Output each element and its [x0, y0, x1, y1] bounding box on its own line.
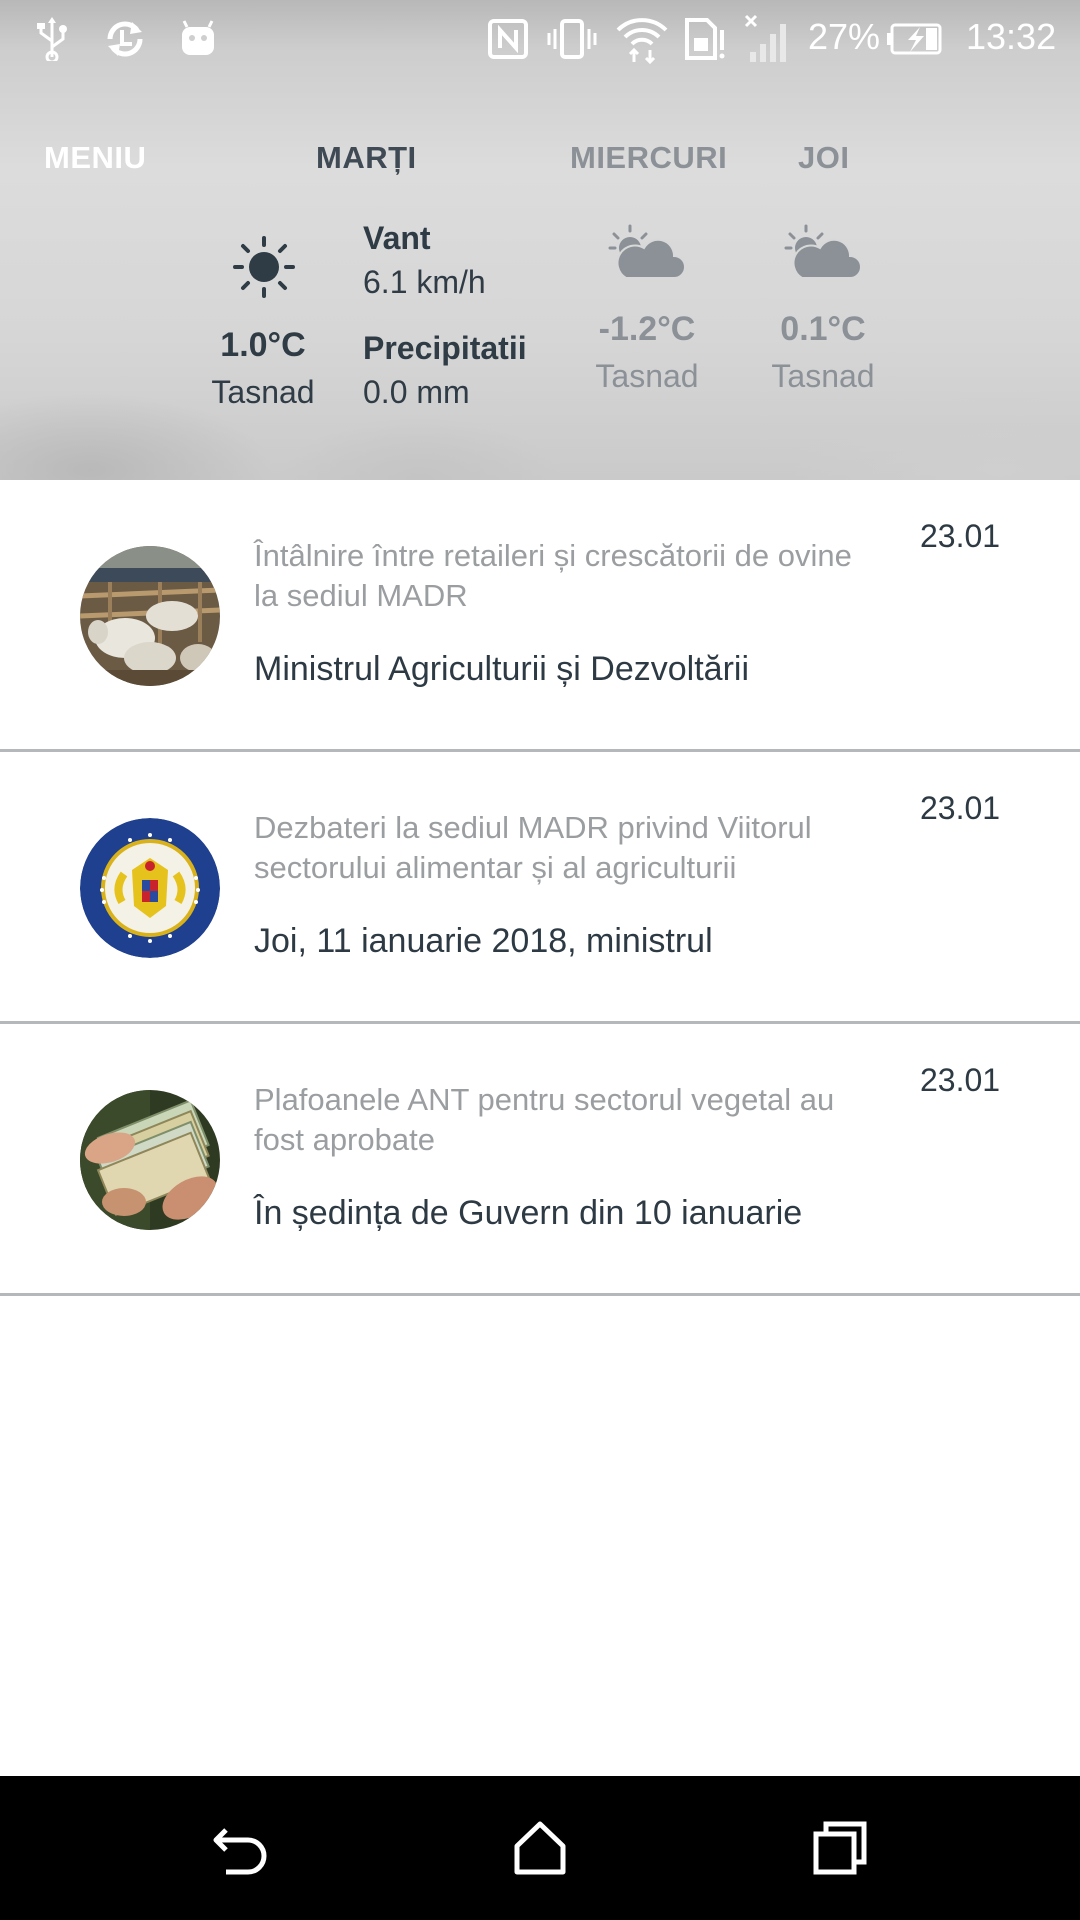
- partly-cloudy-icon: [784, 224, 862, 287]
- no-signal-icon: [744, 12, 792, 66]
- back-icon: [213, 1828, 267, 1875]
- ministry-logo: [80, 818, 220, 958]
- navigation-bar: [0, 1776, 1080, 1920]
- tab-day-miercuri[interactable]: MIERCURI: [570, 140, 727, 176]
- news-subtitle: Joi, 11 ianuarie 2018, ministrul: [254, 922, 713, 960]
- sync-icon: [100, 12, 150, 66]
- wind-label: Vant: [363, 220, 431, 256]
- today-city: Tasnad: [211, 374, 315, 410]
- home-button[interactable]: [504, 1812, 576, 1884]
- news-date: 23.01: [920, 790, 1001, 826]
- news-date: 23.01: [920, 518, 1001, 554]
- status-bar: 27% 13:32: [0, 0, 1080, 80]
- nfc-icon: [486, 12, 530, 66]
- news-item[interactable]: Întâlnire între retaileri și crescătorii…: [0, 480, 1080, 752]
- vibrate-icon: [546, 12, 598, 66]
- wifi-icon: [614, 12, 670, 66]
- sun-icon: [233, 236, 295, 303]
- clock: 13:32: [966, 16, 1057, 57]
- weather-header: 27% 13:32 MENIU MARȚI MIERCURI JOI 1.0°C…: [0, 0, 1080, 480]
- recents-button[interactable]: [804, 1812, 876, 1884]
- battery-percent: 27%: [808, 16, 881, 57]
- news-subtitle: Ministrul Agriculturii și Dezvoltării: [254, 650, 750, 688]
- wind-value: 6.1 km/h: [363, 264, 486, 300]
- home-icon: [514, 1821, 566, 1875]
- usb-icon: [30, 12, 74, 66]
- tab-day-marti[interactable]: MARȚI: [316, 140, 417, 176]
- tab-day-joi[interactable]: JOI: [798, 140, 849, 176]
- day2-temperature: -1.2°C: [598, 310, 696, 348]
- news-title: Dezbateri la sediul MADR privind Viitoru…: [254, 810, 812, 885]
- recents-icon: [813, 1821, 867, 1875]
- android-icon: [178, 12, 218, 66]
- menu-button[interactable]: MENIU: [44, 140, 146, 176]
- news-thumbnail-money: [80, 1090, 220, 1230]
- news-title: Întâlnire între retaileri și crescătorii…: [254, 538, 852, 613]
- battery-charging-icon: [886, 12, 944, 66]
- news-subtitle: În ședința de Guvern din 10 ianuarie: [254, 1194, 803, 1232]
- news-thumbnail-sheep: [80, 546, 220, 686]
- news-date: 23.01: [920, 1062, 1001, 1098]
- day3-temperature: 0.1°C: [780, 310, 866, 348]
- day3-city: Tasnad: [771, 358, 875, 394]
- news-title: Plafoanele ANT pentru sectorul vegetal a…: [254, 1082, 835, 1157]
- day2-city: Tasnad: [595, 358, 699, 394]
- news-item[interactable]: Plafoanele ANT pentru sectorul vegetal a…: [0, 1024, 1080, 1296]
- sim-alert-icon: [682, 12, 728, 66]
- precip-value: 0.0 mm: [363, 374, 470, 410]
- precip-label: Precipitatii: [363, 330, 527, 366]
- partly-cloudy-icon: [608, 224, 686, 287]
- back-button[interactable]: [206, 1812, 278, 1884]
- today-temperature: 1.0°C: [220, 326, 306, 364]
- news-item[interactable]: Dezbateri la sediul MADR privind Viitoru…: [0, 752, 1080, 1024]
